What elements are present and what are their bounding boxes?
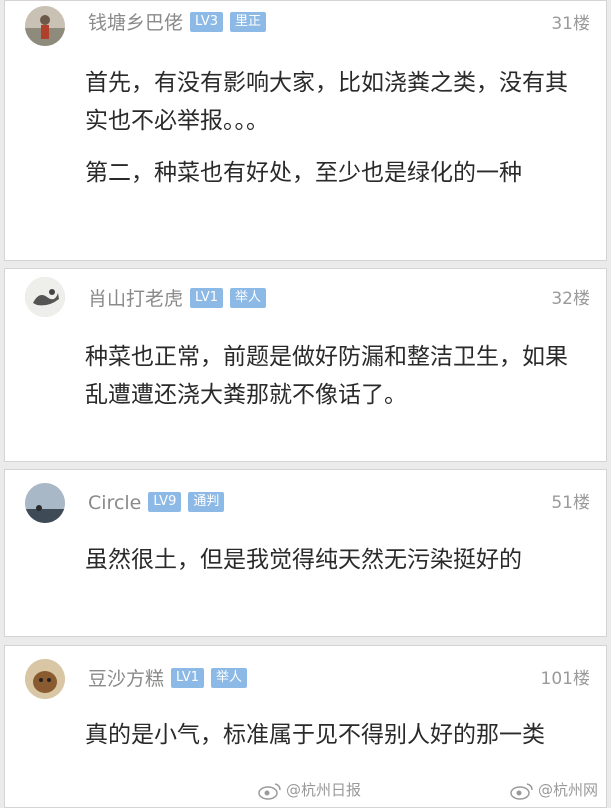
watermark-text: @杭州网 <box>538 781 599 799</box>
watermark-text: @杭州日报 <box>286 781 362 799</box>
user-avatar[interactable] <box>25 483 65 523</box>
username[interactable]: 豆沙方糕 LV1 举人 <box>88 666 248 692</box>
comment-card: 肖山打老虎 LV1 举人 32楼 种菜也正常，前题是做好防漏和整洁卫生，如果乱遭遭还… <box>4 268 607 462</box>
title-badge: 举人 <box>211 667 248 688</box>
floor-number: 32楼 <box>551 289 590 309</box>
title-badge: 通判 <box>188 491 225 512</box>
username-text[interactable]: 钱塘乡巴佬 <box>88 12 183 34</box>
username-text[interactable]: 肖山打老虎 <box>88 288 183 310</box>
comment-card: Circle LV9 通判 51楼 虽然很土，但是我觉得纯天然无污染挺好的 <box>4 469 607 637</box>
comment-header: Circle LV9 通判 51楼 <box>5 470 606 523</box>
floor-number: 51楼 <box>551 493 590 513</box>
floor-number: 101楼 <box>540 669 590 689</box>
username-text[interactable]: 豆沙方糕 <box>88 668 164 690</box>
comment-text: 种菜也正常，前题是做好防漏和整洁卫生，如果乱遭遭还浇大粪那就不像话了。 <box>85 338 586 414</box>
level-badge: LV1 <box>190 287 223 308</box>
comment-card: 钱塘乡巴佬 LV3 里正 31楼 首先，有没有影响大家，比如浇粪之类，没有其实也不必… <box>4 0 607 261</box>
watermark: @杭州日报 <box>258 778 361 802</box>
level-badge: LV3 <box>190 11 223 32</box>
title-badge: 里正 <box>230 11 267 32</box>
comment-header: 豆沙方糕 LV1 举人 101楼 <box>5 646 606 699</box>
username[interactable]: 钱塘乡巴佬 LV3 里正 <box>88 10 267 36</box>
weibo-icon <box>258 782 282 800</box>
comment-text: 虽然很土，但是我觉得纯天然无污染挺好的 <box>85 541 586 579</box>
level-badge: LV9 <box>148 491 182 512</box>
weibo-icon <box>510 782 534 800</box>
comment-paragraph: 种菜也正常，前题是做好防漏和整洁卫生，如果乱遭遭还浇大粪那就不像话了。 <box>85 344 568 408</box>
user-avatar[interactable] <box>25 659 65 699</box>
comment-paragraph: 第二，种菜也有好处，至少也是绿化的一种 <box>85 160 522 186</box>
comment-paragraph: 真的是小气，标准属于见不得别人好的那一类 <box>85 722 545 748</box>
comment-paragraph: 虽然很土，但是我觉得纯天然无污染挺好的 <box>85 547 522 573</box>
comment-text: 首先，有没有影响大家，比如浇粪之类，没有其实也不必举报。。。 第二，种菜也有好处… <box>85 64 586 192</box>
username-text[interactable]: Circle <box>88 492 141 514</box>
username[interactable]: Circle LV9 通判 <box>88 490 225 516</box>
comment-header: 肖山打老虎 LV1 举人 32楼 <box>5 269 606 319</box>
username[interactable]: 肖山打老虎 LV1 举人 <box>88 286 267 312</box>
user-avatar[interactable] <box>25 277 65 317</box>
comment-text: 真的是小气，标准属于见不得别人好的那一类 <box>85 716 586 754</box>
user-avatar[interactable] <box>25 6 65 46</box>
comment-header: 钱塘乡巴佬 LV3 里正 31楼 <box>5 1 606 51</box>
floor-number: 31楼 <box>551 14 590 34</box>
title-badge: 举人 <box>230 287 267 308</box>
watermark: @杭州网 <box>510 778 598 802</box>
level-badge: LV1 <box>171 667 204 688</box>
comment-paragraph: 首先，有没有影响大家，比如浇粪之类，没有其实也不必举报。。。 <box>85 70 568 134</box>
